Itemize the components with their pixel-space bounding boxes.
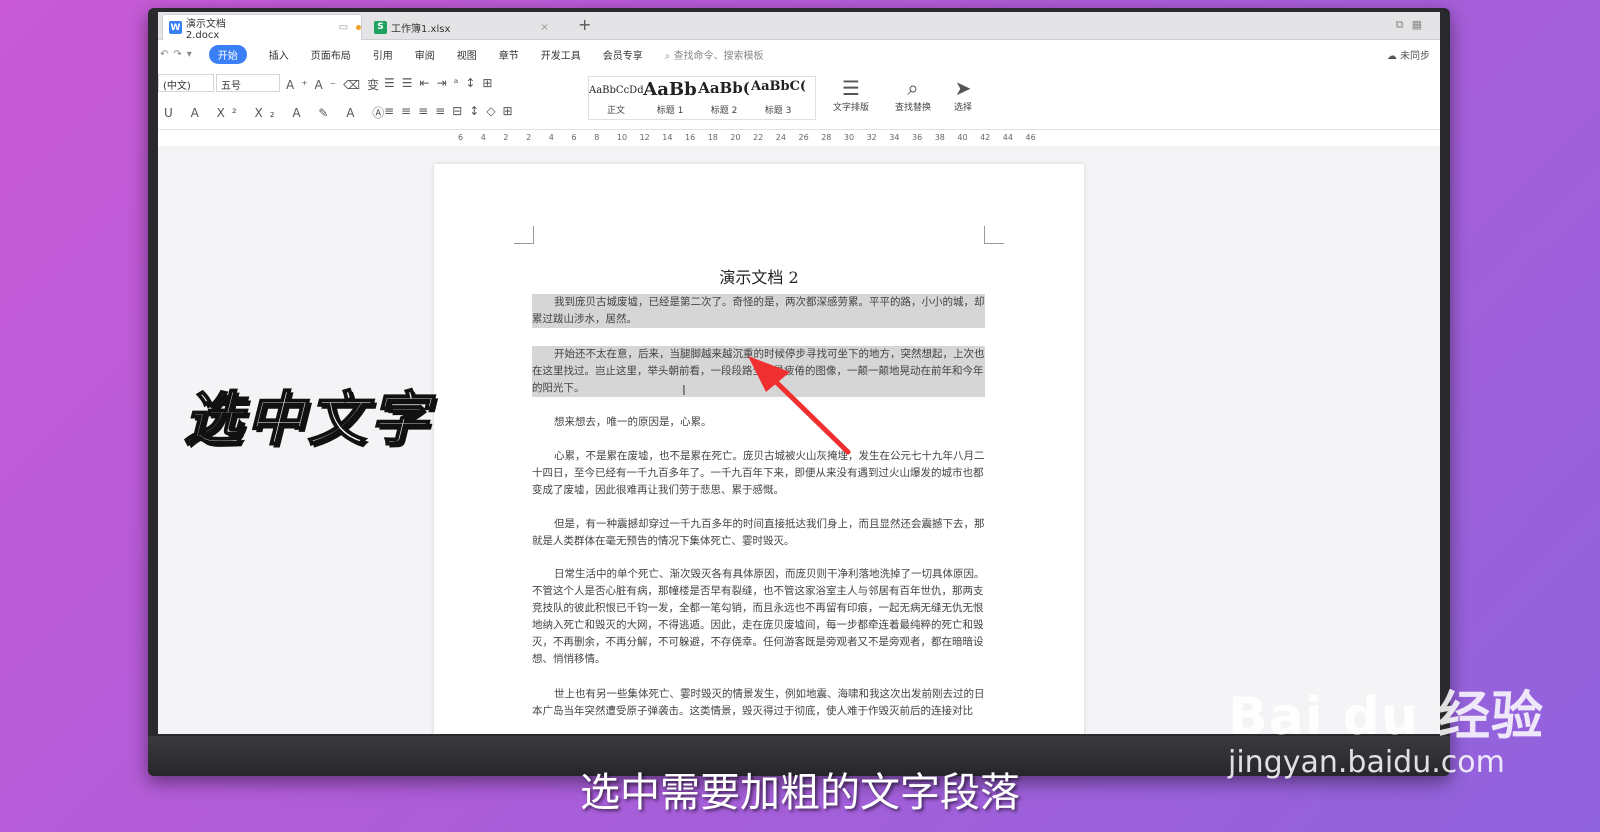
watermark-url: jingyan.baidu.com	[1228, 745, 1505, 780]
baidu-logo: Bai du 经验	[1228, 687, 1544, 747]
baidu-watermark: Bai du 经验 jingyan.baidu.com	[1228, 674, 1544, 780]
overlay-title: 选中文字	[183, 384, 433, 454]
text-cursor-icon: I	[682, 384, 686, 399]
